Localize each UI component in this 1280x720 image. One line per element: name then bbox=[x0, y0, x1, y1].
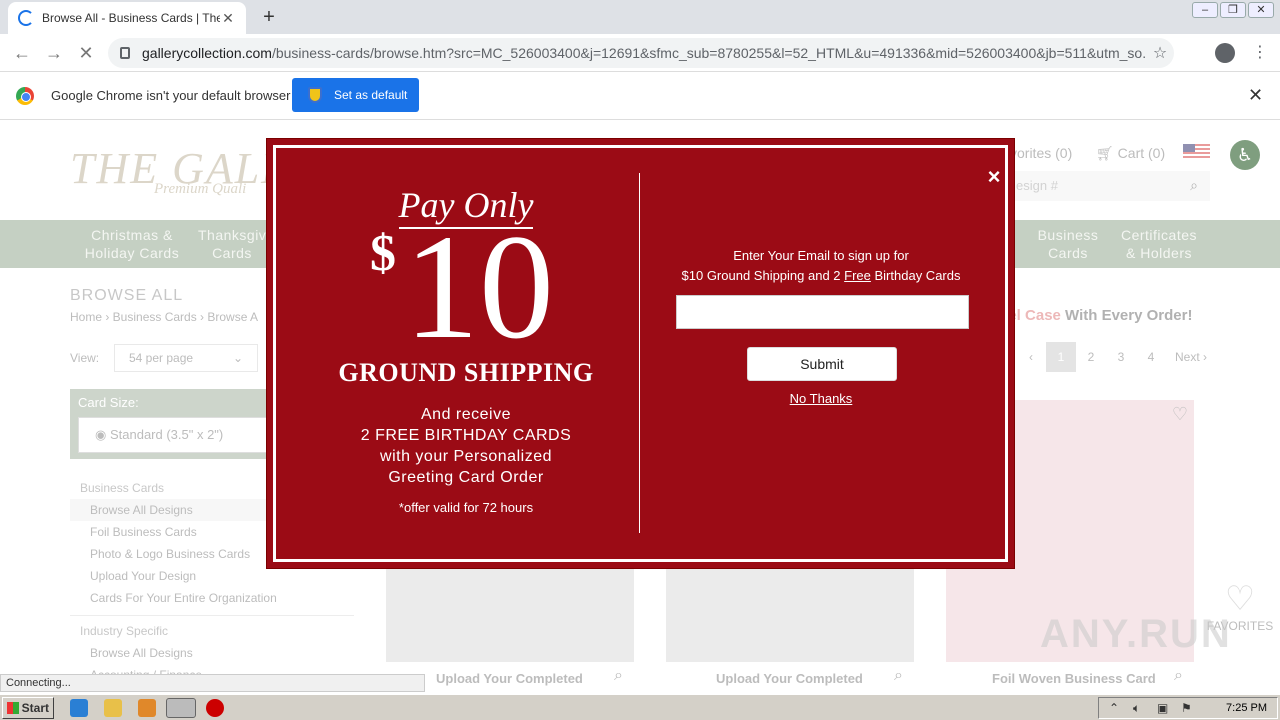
tab-close-icon[interactable]: ✕ bbox=[220, 10, 236, 27]
promo-modal-frame: Pay Only $ 10 GROUND SHIPPING And receiv… bbox=[273, 145, 1008, 562]
infobar-close-icon[interactable]: ✕ bbox=[1248, 85, 1263, 106]
new-tab-icon[interactable]: + bbox=[258, 6, 280, 29]
modal-divider bbox=[639, 173, 640, 533]
system-tray: ⌃ 🔈︎ ▣ ⚑ 7:25 PM bbox=[1098, 697, 1278, 719]
window-controls: – ❐ ✕ bbox=[1192, 2, 1274, 18]
set-as-default-button[interactable]: Set as default bbox=[292, 78, 419, 112]
flag-icon[interactable]: ⚑ bbox=[1181, 701, 1192, 715]
close-window-icon[interactable]: ✕ bbox=[1248, 2, 1274, 18]
explorer-folder-icon[interactable] bbox=[104, 699, 122, 717]
windows-logo-icon bbox=[7, 702, 19, 714]
default-browser-infobar: Google Chrome isn't your default browser… bbox=[0, 72, 1280, 120]
offer-amount: 10 bbox=[404, 204, 554, 370]
chrome-taskbar-button[interactable] bbox=[166, 698, 196, 718]
dollar-sign: $ bbox=[370, 225, 396, 282]
offer-details: And receive 2 FREE BIRTHDAY CARDS with y… bbox=[360, 406, 572, 486]
menu-dots-icon[interactable]: ⋮ bbox=[1252, 42, 1268, 62]
back-arrow-icon[interactable]: ← bbox=[10, 41, 34, 65]
chrome-logo-icon bbox=[16, 87, 34, 105]
set-as-default-label: Set as default bbox=[334, 88, 408, 102]
browser-tab[interactable]: Browse All - Business Cards | The Ga ✕ bbox=[8, 2, 246, 34]
no-thanks-link[interactable]: No Thanks bbox=[671, 391, 971, 406]
promo-offer-panel: Pay Only $ 10 GROUND SHIPPING And receiv… bbox=[286, 148, 646, 565]
forward-arrow-icon[interactable]: → bbox=[42, 41, 66, 65]
submit-button[interactable]: Submit bbox=[747, 347, 897, 381]
bookmark-star-icon[interactable]: ☆ bbox=[1146, 43, 1174, 63]
offer-validity-note: *offer valid for 72 hours bbox=[398, 500, 534, 515]
infobar-message: Google Chrome isn't your default browser bbox=[51, 88, 291, 103]
shield-icon bbox=[308, 87, 322, 103]
minimize-icon[interactable]: – bbox=[1192, 2, 1218, 18]
email-input[interactable] bbox=[676, 295, 969, 329]
volume-icon[interactable]: 🔈︎ bbox=[1133, 701, 1140, 716]
profile-avatar-icon[interactable] bbox=[1215, 43, 1235, 63]
lock-icon bbox=[120, 47, 130, 59]
start-button[interactable]: Start bbox=[2, 697, 54, 719]
address-bar[interactable]: gallerycollection.com/business-cards/bro… bbox=[108, 38, 1174, 68]
stop-loading-icon[interactable]: ✕ bbox=[74, 41, 98, 65]
close-icon[interactable]: × bbox=[982, 165, 1006, 189]
browser-toolbar: ← → ✕ gallerycollection.com/business-car… bbox=[0, 34, 1280, 72]
ie-icon[interactable] bbox=[70, 699, 88, 717]
tab-title: Browse All - Business Cards | The Ga bbox=[42, 11, 220, 25]
url-text: gallerycollection.com/business-cards/bro… bbox=[142, 45, 1146, 61]
loading-spinner-icon bbox=[18, 10, 34, 26]
status-bubble: Connecting... bbox=[0, 674, 425, 692]
ground-shipping-heading: GROUND SHIPPING bbox=[338, 358, 594, 387]
signup-panel: Enter Your Email to sign up for $10 Grou… bbox=[671, 148, 971, 565]
opera-icon[interactable] bbox=[206, 699, 224, 717]
signup-text: Enter Your Email to sign up for $10 Grou… bbox=[681, 248, 961, 283]
network-icon[interactable]: ▣ bbox=[1157, 701, 1168, 715]
restore-icon[interactable]: ❐ bbox=[1220, 2, 1246, 18]
tab-strip: Browse All - Business Cards | The Ga ✕ +… bbox=[0, 0, 1280, 34]
clock: 7:25 PM bbox=[1226, 702, 1267, 714]
media-player-icon[interactable] bbox=[138, 699, 156, 717]
watermark-logo: ANY.RUN bbox=[1040, 612, 1232, 656]
tray-arrow-icon[interactable]: ⌃ bbox=[1109, 701, 1119, 715]
windows-taskbar: Start ⌃ 🔈︎ ▣ ⚑ 7:25 PM bbox=[0, 694, 1280, 720]
promo-modal: Pay Only $ 10 GROUND SHIPPING And receiv… bbox=[266, 138, 1015, 569]
